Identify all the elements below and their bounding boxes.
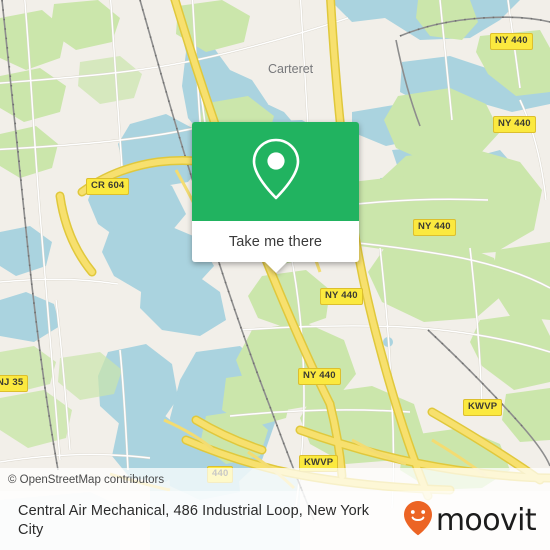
road-shield-ny440-2: NY 440 [493,116,536,133]
road-shield-cr604: CR 604 [86,178,130,195]
road-shield-ny440-5: NY 440 [298,368,341,385]
take-me-there-button[interactable]: Take me there [229,234,322,250]
moovit-logo[interactable]: moovit [403,500,550,541]
map-screenshot: Carteret NY 440 NY 440 NY 440 CR 604 NY … [0,0,550,550]
destination-card-header [192,122,359,221]
destination-card[interactable]: Take me there [192,122,359,273]
road-shield-kwvp-1: KWVP [463,399,503,416]
page-footer: Central Air Mechanical, 486 Industrial L… [0,491,550,550]
road-shield-ny440-1: NY 440 [490,33,533,50]
moovit-wordmark: moovit [435,502,537,538]
map-attribution: © OpenStreetMap contributors [0,468,550,491]
place-label-carteret: Carteret [268,62,314,76]
road-shield-ny440-4: NY 440 [320,288,363,305]
attribution-text: © OpenStreetMap contributors [8,473,165,486]
road-shield-ny440-3: NY 440 [413,219,456,236]
location-pin-icon [250,136,302,207]
moovit-pin-smiley-icon [403,500,433,541]
location-title: Central Air Mechanical, 486 Industrial L… [18,502,370,538]
road-shield-nj35: NJ 35 [0,375,29,392]
card-pointer-tail [264,262,287,273]
destination-card-footer[interactable]: Take me there [192,221,359,273]
